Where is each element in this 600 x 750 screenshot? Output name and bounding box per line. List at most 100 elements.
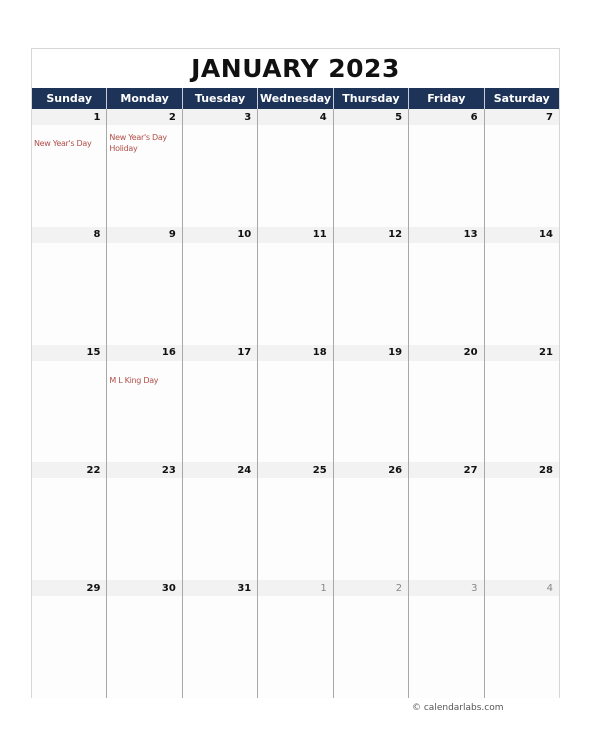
day-number: 6 [409, 109, 484, 125]
day-number: 8 [32, 226, 107, 243]
day-cell[interactable]: 31 [182, 580, 259, 698]
day-cell[interactable]: 9 [107, 226, 183, 345]
day-number: 11 [258, 226, 333, 243]
day-cell[interactable]: 19 [333, 344, 410, 463]
day-number: 4 [484, 580, 559, 597]
day-body [182, 478, 258, 581]
calendar-week: 15 16 M L King Day 17 18 19 20 21 [32, 344, 559, 463]
day-cell-other-month[interactable]: 1 [258, 580, 334, 698]
calendar-week: 29 30 31 1 2 3 4 [32, 580, 559, 698]
day-cell-other-month[interactable]: 4 [484, 580, 559, 698]
weekday-header: Sunday Monday Tuesday Wednesday Thursday… [32, 88, 559, 109]
day-number: 22 [32, 462, 107, 479]
day-number: 12 [333, 226, 409, 243]
holiday-event: M L King Day [109, 375, 159, 385]
day-body [107, 478, 182, 581]
day-cell[interactable]: 6 [409, 109, 485, 227]
day-number: 3 [182, 109, 258, 125]
day-number: 27 [409, 462, 484, 479]
day-cell[interactable]: 17 [182, 344, 259, 463]
day-body [409, 478, 484, 581]
day-cell[interactable]: 25 [258, 462, 334, 581]
day-body [333, 478, 409, 581]
day-body [182, 596, 258, 698]
day-body [32, 360, 107, 463]
calendar: JANUARY 2023 Sunday Monday Tuesday Wedne… [31, 48, 560, 698]
day-number: 24 [182, 462, 258, 479]
weekday-wednesday: Wednesday [258, 88, 334, 109]
weekday-friday: Friday [409, 88, 485, 109]
day-body [409, 596, 484, 698]
day-body [333, 242, 409, 345]
day-cell[interactable]: 1 New Year's Day [32, 109, 108, 227]
day-cell[interactable]: 22 [32, 462, 108, 581]
weekday-thursday: Thursday [334, 88, 410, 109]
day-body [32, 478, 107, 581]
day-cell[interactable]: 8 [32, 226, 108, 345]
day-body [258, 242, 333, 345]
day-cell[interactable]: 18 [258, 344, 334, 463]
day-cell[interactable]: 16 M L King Day [107, 344, 183, 463]
day-body [258, 478, 333, 581]
day-cell-other-month[interactable]: 3 [409, 580, 485, 698]
day-cell[interactable]: 4 [258, 109, 334, 227]
day-cell[interactable]: 30 [107, 580, 183, 698]
day-body [182, 242, 258, 345]
day-cell[interactable]: 14 [484, 226, 559, 345]
day-number: 26 [333, 462, 409, 479]
day-body [182, 125, 258, 227]
day-number: 16 [107, 344, 182, 361]
day-cell[interactable]: 20 [409, 344, 485, 463]
day-number: 9 [107, 226, 182, 243]
calendar-week: 8 9 10 11 12 13 14 [32, 226, 559, 345]
day-cell[interactable]: 28 [484, 462, 559, 581]
day-cell[interactable]: 15 [32, 344, 108, 463]
day-cell[interactable]: 24 [182, 462, 259, 581]
day-cell[interactable]: 7 [484, 109, 559, 227]
day-cell[interactable]: 3 [182, 109, 259, 227]
calendar-week: 22 23 24 25 26 27 28 [32, 462, 559, 581]
day-cell[interactable]: 21 [484, 344, 559, 463]
day-number: 5 [333, 109, 409, 125]
calendar-grid: 1 New Year's Day 2 New Year's Day Holiday 3 4… [32, 109, 559, 698]
day-cell[interactable]: 26 [333, 462, 410, 581]
day-number: 21 [484, 344, 559, 361]
day-cell[interactable]: 5 [333, 109, 410, 227]
day-body [32, 596, 107, 698]
day-body [333, 360, 409, 463]
day-cell[interactable]: 27 [409, 462, 485, 581]
day-number: 2 [107, 109, 182, 125]
day-body [409, 242, 484, 345]
day-cell[interactable]: 29 [32, 580, 108, 698]
day-number: 1 [32, 109, 107, 125]
calendar-week: 1 New Year's Day 2 New Year's Day Holiday 3 4… [32, 109, 559, 227]
day-number: 10 [182, 226, 258, 243]
calendar-title: JANUARY 2023 [191, 54, 400, 83]
day-body [484, 125, 559, 227]
day-cell[interactable]: 2 New Year's Day Holiday [107, 109, 183, 227]
day-cell[interactable]: 13 [409, 226, 485, 345]
day-number: 3 [409, 580, 484, 597]
day-number: 18 [258, 344, 333, 361]
day-number: 20 [409, 344, 484, 361]
weekday-sunday: Sunday [32, 88, 108, 109]
day-body [32, 242, 107, 345]
day-body [333, 596, 409, 698]
weekday-monday: Monday [107, 88, 183, 109]
day-number: 29 [32, 580, 107, 597]
day-number: 2 [333, 580, 409, 597]
day-number: 1 [258, 580, 333, 597]
day-body [409, 125, 484, 227]
day-body [484, 242, 559, 345]
holiday-event: New Year's Day Holiday [109, 133, 167, 153]
day-body [333, 125, 409, 227]
day-cell[interactable]: 23 [107, 462, 183, 581]
day-cell[interactable]: 12 [333, 226, 410, 345]
day-cell[interactable]: 10 [182, 226, 259, 345]
day-number: 31 [182, 580, 258, 597]
day-cell[interactable]: 11 [258, 226, 334, 345]
day-cell-other-month[interactable]: 2 [333, 580, 410, 698]
day-body [258, 360, 333, 463]
day-number: 28 [484, 462, 559, 479]
holiday-event: New Year's Day [34, 139, 92, 148]
